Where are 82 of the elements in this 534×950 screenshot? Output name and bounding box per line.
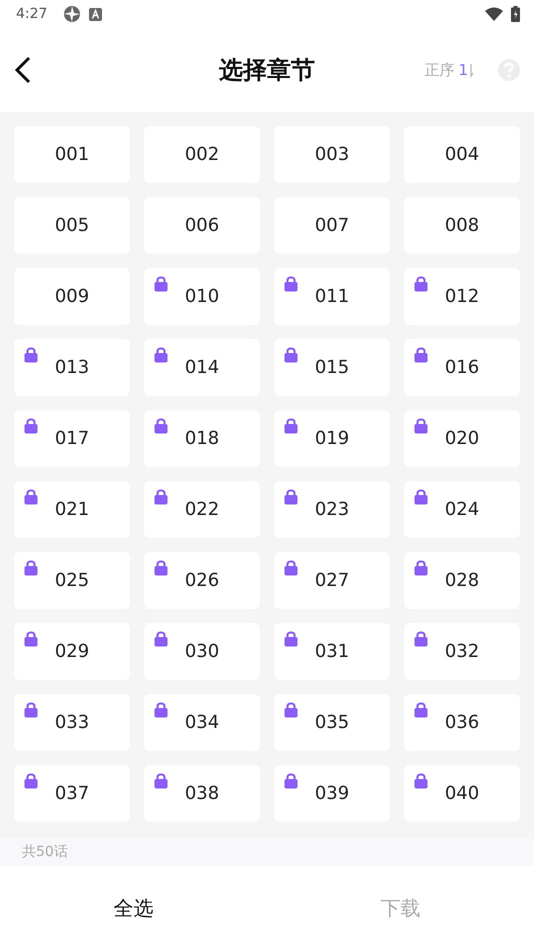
chapter-button[interactable]: 034 [144, 694, 260, 751]
lock-icon [154, 347, 168, 363]
lock-icon [284, 560, 298, 576]
lock-icon [414, 560, 428, 576]
lock-icon [414, 773, 428, 789]
chapter-button[interactable]: 031 [274, 623, 390, 680]
chapter-button[interactable]: 008 [404, 197, 520, 254]
lock-icon [154, 489, 168, 505]
lock-icon [414, 276, 428, 292]
chapter-button[interactable]: 013 [14, 339, 130, 396]
chapter-button[interactable]: 010 [144, 268, 260, 325]
chapter-button[interactable]: 015 [274, 339, 390, 396]
chapter-button[interactable]: 011 [274, 268, 390, 325]
lock-icon [284, 276, 298, 292]
sort-button[interactable]: 正序 1 [424, 58, 474, 82]
lock-icon [24, 418, 38, 434]
chapter-button[interactable]: 002 [144, 126, 260, 183]
lock-icon [154, 276, 168, 292]
chapter-button[interactable]: 023 [274, 481, 390, 538]
lock-icon [284, 631, 298, 647]
chapter-button[interactable]: 017 [14, 410, 130, 467]
battery-icon [511, 6, 520, 22]
lock-icon [154, 560, 168, 576]
chapter-button[interactable]: 040 [404, 765, 520, 822]
chapter-button[interactable]: 029 [14, 623, 130, 680]
chapter-button[interactable]: 005 [14, 197, 130, 254]
lock-icon [24, 631, 38, 647]
chapter-button[interactable]: 006 [144, 197, 260, 254]
chapter-button[interactable]: 038 [144, 765, 260, 822]
chapter-button[interactable]: 035 [274, 694, 390, 751]
chapter-button[interactable]: 033 [14, 694, 130, 751]
chapter-button[interactable]: 025 [14, 552, 130, 609]
chapter-button[interactable]: 032 [404, 623, 520, 680]
chapter-button[interactable]: 001 [14, 126, 130, 183]
chapter-button[interactable]: 003 [274, 126, 390, 183]
chapter-button[interactable]: 022 [144, 481, 260, 538]
lock-icon [284, 702, 298, 718]
chapter-button[interactable]: 024 [404, 481, 520, 538]
lock-icon [24, 347, 38, 363]
chapter-button[interactable]: 014 [144, 339, 260, 396]
lock-icon [284, 347, 298, 363]
lock-icon [154, 773, 168, 789]
chapter-count: 共50话 [22, 842, 68, 862]
lock-icon [24, 702, 38, 718]
chapter-button[interactable]: 030 [144, 623, 260, 680]
wifi-icon [485, 7, 503, 21]
chapter-button[interactable]: 009 [14, 268, 130, 325]
chapter-button[interactable]: 037 [14, 765, 130, 822]
page-title: 选择章节 [219, 55, 315, 86]
chapter-button[interactable]: 007 [274, 197, 390, 254]
chapter-button[interactable]: 016 [404, 339, 520, 396]
chapter-button[interactable]: 039 [274, 765, 390, 822]
clock-time: 4:27 [16, 4, 48, 24]
chapter-button[interactable]: 021 [14, 481, 130, 538]
back-icon [14, 56, 32, 84]
lock-icon [24, 489, 38, 505]
lock-icon [414, 702, 428, 718]
keyboard-icon [89, 8, 102, 20]
chapter-button[interactable]: 028 [404, 552, 520, 609]
select-all-button[interactable]: 全选 [0, 866, 267, 950]
chapter-button[interactable]: 012 [404, 268, 520, 325]
lock-icon [24, 560, 38, 576]
lock-icon [414, 631, 428, 647]
chapter-button[interactable]: 026 [144, 552, 260, 609]
back-button[interactable] [14, 56, 32, 84]
chapter-button[interactable]: 027 [274, 552, 390, 609]
lock-icon [154, 631, 168, 647]
chapter-button[interactable]: 004 [404, 126, 520, 183]
chapter-button[interactable]: 036 [404, 694, 520, 751]
chapter-button[interactable]: 019 [274, 410, 390, 467]
lock-icon [284, 418, 298, 434]
app-icon [63, 5, 82, 23]
lock-icon [154, 418, 168, 434]
lock-icon [284, 489, 298, 505]
lock-icon [414, 489, 428, 505]
lock-icon [414, 347, 428, 363]
lock-icon [24, 773, 38, 789]
lock-icon [414, 418, 428, 434]
lock-icon [284, 773, 298, 789]
chapter-button[interactable]: 018 [144, 410, 260, 467]
lock-icon [154, 702, 168, 718]
chapter-button[interactable]: 020 [404, 410, 520, 467]
